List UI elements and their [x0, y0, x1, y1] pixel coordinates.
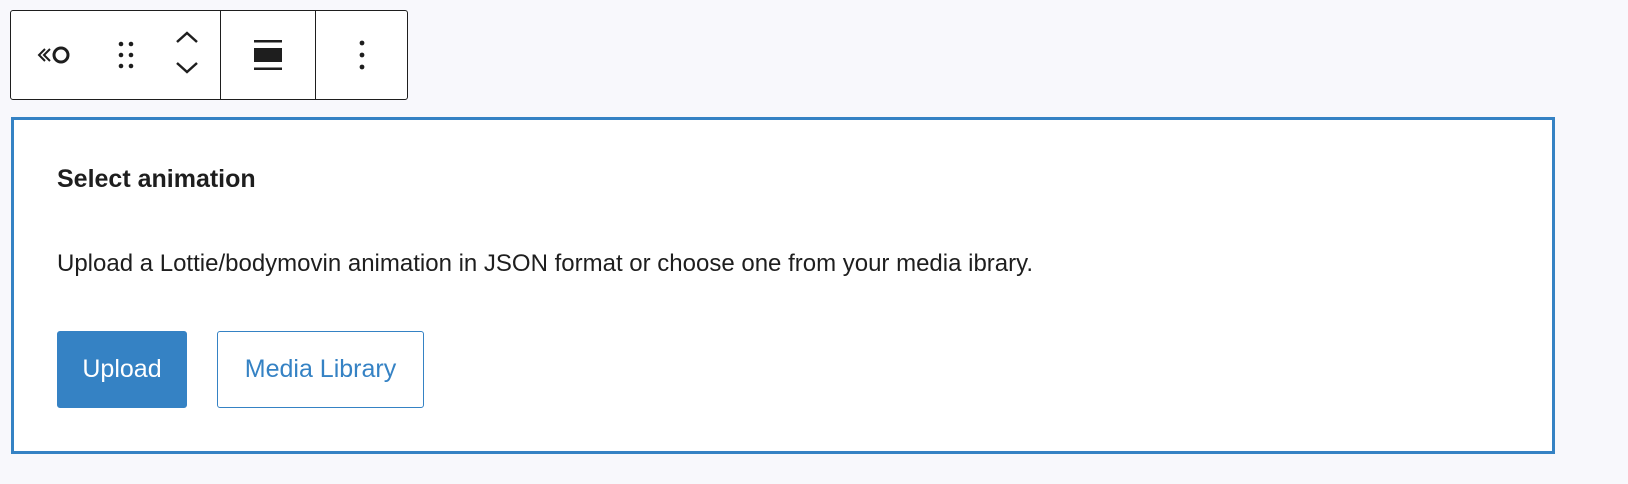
chevron-up-icon	[174, 31, 200, 49]
chevron-down-icon	[174, 62, 200, 80]
block-toolbar-group-align	[220, 11, 315, 99]
align-wide-icon	[253, 38, 283, 72]
more-vertical-icon	[357, 38, 367, 72]
drag-handle-icon	[114, 38, 138, 72]
move-down-button[interactable]	[174, 60, 200, 81]
placeholder-title: Select animation	[57, 165, 256, 193]
upload-button[interactable]: Upload	[57, 331, 187, 408]
lottie-block-icon	[35, 40, 75, 70]
block-toolbar	[10, 10, 408, 100]
align-button[interactable]	[244, 25, 292, 85]
block-mover	[174, 29, 200, 81]
block-type-button[interactable]	[31, 25, 79, 85]
placeholder-actions: Upload Media Library	[57, 331, 1552, 408]
move-up-button[interactable]	[174, 29, 200, 50]
media-library-button[interactable]: Media Library	[217, 331, 424, 408]
block-toolbar-group-more	[315, 11, 407, 99]
more-options-button[interactable]	[338, 25, 386, 85]
block-toolbar-group-main	[11, 11, 220, 99]
animation-placeholder: Select animation Upload a Lottie/bodymov…	[11, 117, 1555, 454]
placeholder-instructions: Upload a Lottie/bodymovin animation in J…	[57, 250, 1034, 277]
drag-handle-button[interactable]	[102, 25, 150, 85]
